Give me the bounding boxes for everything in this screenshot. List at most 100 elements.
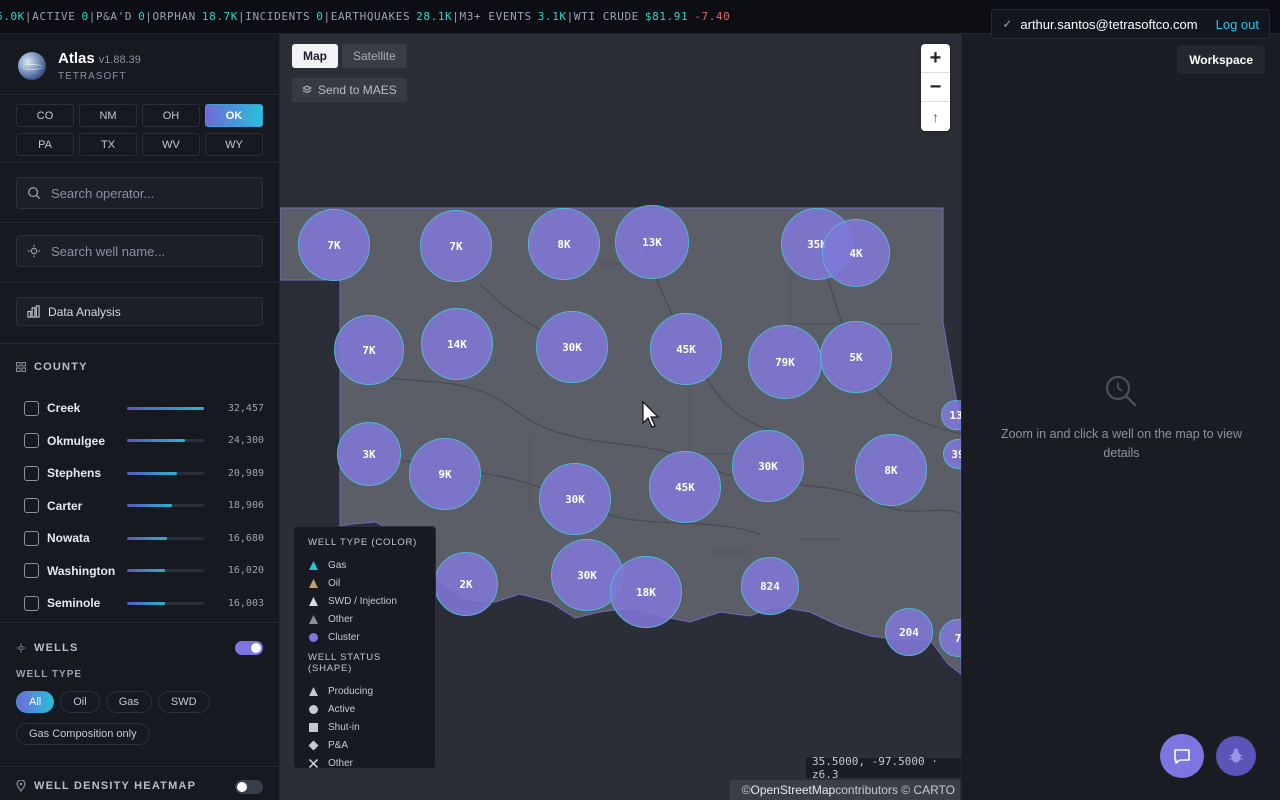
circle-icon [309,632,318,642]
well-type-chip-swd[interactable]: SWD [157,691,210,713]
well-cluster[interactable]: 30K [539,463,611,535]
triangle-icon [309,560,318,570]
ticker-value: 28.1K [416,10,453,23]
county-row[interactable]: Washington 16,020 [24,555,264,588]
well-cluster[interactable]: 4K [822,219,890,287]
legend-status-row: P&A [308,736,421,754]
county-bar-fill [127,569,165,573]
state-selector: CO NM OH OK PA TX WV WY [16,104,264,156]
county-bar [127,406,204,410]
map-mode-satellite[interactable]: Satellite [342,44,407,68]
data-analysis-button[interactable]: Data Analysis [16,297,263,326]
ticker-separator: | [88,10,96,23]
compass-button[interactable]: ↑ [921,102,950,131]
well-cluster[interactable]: 45K [650,313,722,385]
county-bar [127,569,204,573]
county-row[interactable]: Nowata 16,680 [24,522,264,555]
well-cluster[interactable]: 3K [337,422,401,486]
send-to-maes-button[interactable]: Send to MAES [292,78,407,102]
legend-type-label: Cluster [328,631,360,643]
state-button-wy[interactable]: WY [205,133,263,156]
divider [0,343,279,344]
wells-toggle[interactable] [235,641,263,655]
county-count: 18,906 [227,500,264,512]
workspace-button[interactable]: Workspace [1177,45,1265,74]
well-type-chip-all[interactable]: All [16,691,55,713]
well-cluster[interactable]: 8K [528,208,600,280]
ticker-value: 0 [316,10,324,23]
county-row[interactable]: Stephens 20,989 [24,457,264,490]
county-checkbox[interactable] [24,400,39,416]
well-cluster[interactable]: 204 [885,608,933,656]
osm-link[interactable]: OpenStreetMap [751,783,836,797]
county-checkbox[interactable] [24,563,39,579]
well-cluster[interactable]: 30K [732,430,804,502]
divider [0,94,279,95]
county-bar [127,471,204,475]
legend-type-label: Gas [328,559,347,571]
state-button-oh[interactable]: OH [142,104,200,127]
county-row[interactable]: Okmulgee 24,300 [24,425,264,458]
legend-type-label: Other [328,613,354,625]
county-checkbox[interactable] [24,433,39,449]
well-cluster[interactable]: 824 [741,557,799,615]
map-mode-map[interactable]: Map [292,44,338,68]
state-button-wv[interactable]: WV [142,133,200,156]
legend-type-label: SWD / Injection [328,595,397,607]
state-button-tx[interactable]: TX [79,133,137,156]
chat-button[interactable] [1160,734,1204,778]
county-checkbox[interactable] [24,498,39,514]
map[interactable]: Map Satellite Send to MAES + − ↑ 7K 7K 8K 13… [280,34,961,800]
well-search-input[interactable]: Search well name... [16,235,263,267]
zoom-controls: + − ↑ [921,44,950,131]
brand-org: TETRASOFT [58,71,127,82]
county-checkbox[interactable] [24,530,39,546]
logout-link[interactable]: Log out [1216,17,1259,32]
legend-type-title: WELL TYPE (COLOR) [308,537,418,548]
ticker-label: INCIDENTS [245,10,311,23]
ticker-value: 0 [81,10,89,23]
county-row[interactable]: Creek 32,457 [24,392,264,425]
well-cluster[interactable]: 7K [334,315,404,385]
gas-composition-chip[interactable]: Gas Composition only [16,723,150,745]
well-cluster[interactable]: 5K [820,321,892,393]
zoom-in-button[interactable]: + [921,44,950,73]
well-cluster[interactable]: 18K [610,556,682,628]
county-checkbox[interactable] [24,465,39,481]
legend-status-label: Shut-in [328,721,360,733]
ticker-change: -7.40 [694,10,731,23]
county-row[interactable]: Seminole 16,003 [24,587,264,620]
county-row[interactable]: Carter 18,906 [24,490,264,523]
coordinate-readout: 35.5000, -97.5000 · z6.3 [806,755,961,781]
well-cluster[interactable]: 7K [420,210,492,282]
operator-search-input[interactable]: Search operator... [16,177,263,209]
sidebar: Atlas v1.88.39 TETRASOFT CO NM OH OK PA TX WV WY… [0,34,280,800]
well-cluster[interactable]: 9K [409,438,481,510]
well-cluster[interactable]: 30K [536,311,608,383]
legend-type-row: Other [308,610,421,628]
well-cluster[interactable]: 13K [615,205,689,279]
county-checkbox[interactable] [24,595,39,611]
state-button-co[interactable]: CO [16,104,74,127]
heatmap-toggle[interactable] [235,780,263,794]
zoom-out-button[interactable]: − [921,73,950,102]
ticker-value: 3.1K [537,10,567,23]
state-button-pa[interactable]: PA [16,133,74,156]
ticker-value: 0 [138,10,146,23]
well-cluster[interactable]: 2K [434,552,498,616]
ticker-separator: | [238,10,246,23]
state-button-nm[interactable]: NM [79,104,137,127]
well-cluster[interactable]: 79K [748,325,822,399]
well-cluster[interactable]: 14K [421,308,493,380]
well-cluster[interactable]: 8K [855,434,927,506]
well-type-chip-oil[interactable]: Oil [60,691,100,713]
well-cluster[interactable]: 7K [298,209,370,281]
divider [0,222,279,223]
county-name: Stephens [47,466,102,481]
well-cluster[interactable]: 45K [649,451,721,523]
bug-report-button[interactable] [1216,736,1256,776]
bar-chart-icon [27,305,40,318]
legend-status-row: Shut-in [308,718,421,736]
well-type-chip-gas[interactable]: Gas [105,691,152,713]
state-button-ok[interactable]: OK [205,104,263,127]
